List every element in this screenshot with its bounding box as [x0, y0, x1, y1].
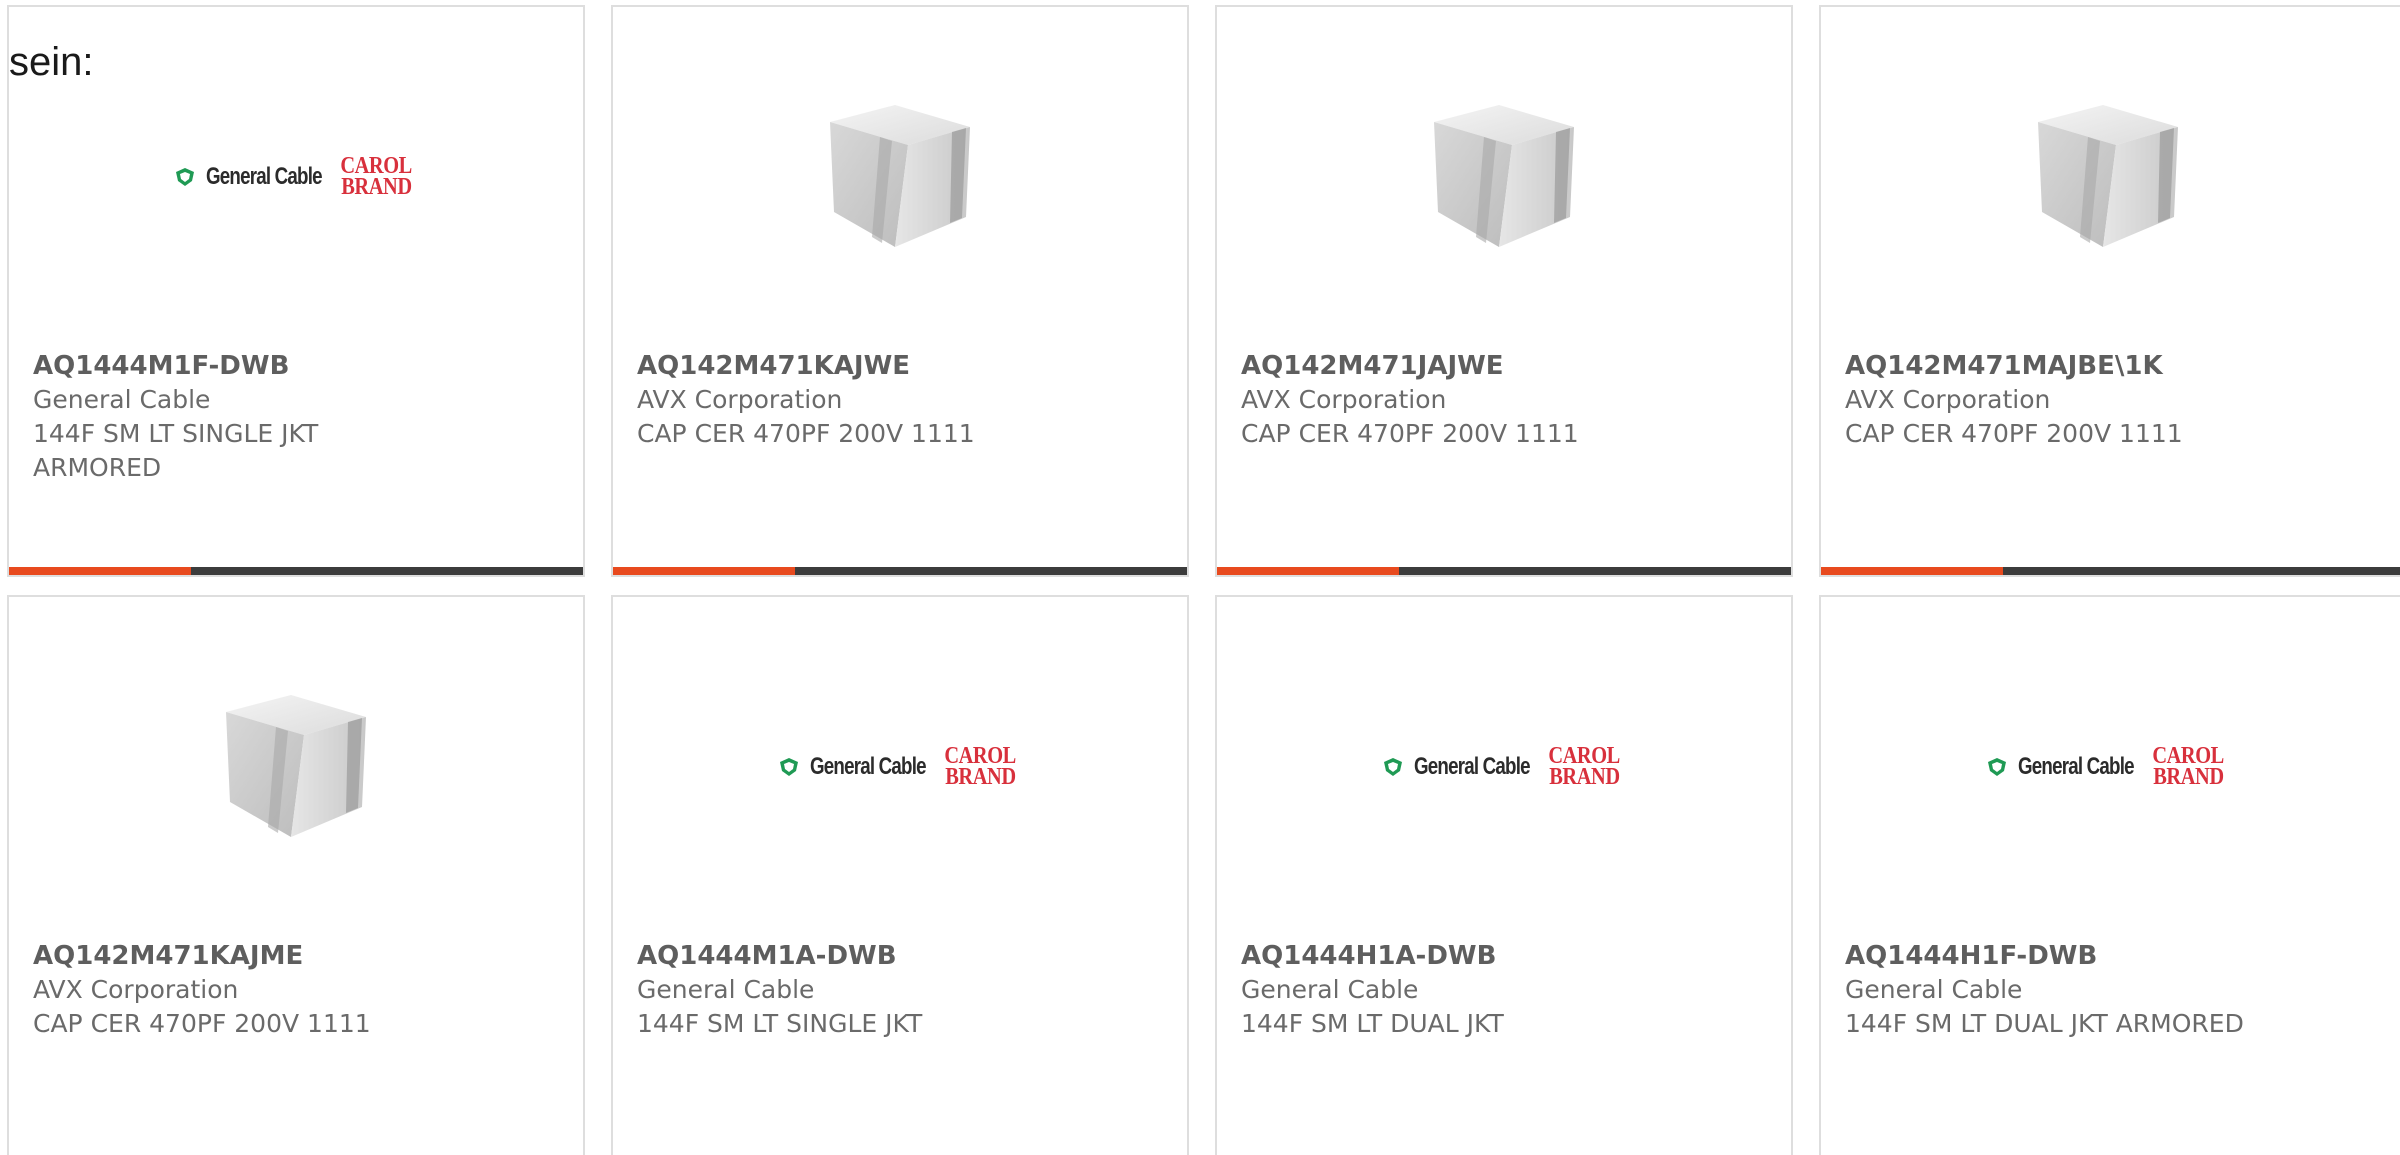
brand-logo-text: BRAND	[1548, 764, 1620, 790]
product-info: AQ142M471MAJBE\1K AVX Corporation CAP CE…	[1845, 349, 2383, 451]
product-card[interactable]: General Cable CAROL BRAND AQ1444H1F-DWB …	[1819, 595, 2400, 1155]
part-number[interactable]: AQ1444H1F-DWB	[1845, 939, 2383, 973]
product-card[interactable]: AQ142M471KAJME AVX Corporation CAP CER 4…	[7, 595, 585, 1155]
product-description: 144F SM LT DUAL JKT ARMORED	[1845, 1009, 2244, 1038]
carol-brand-logo: CAROL BRAND	[1542, 744, 1626, 790]
manufacturer: AVX Corporation	[637, 385, 843, 414]
product-grid: General Cable CAROL BRAND AQ1444M1F-DWB …	[7, 5, 2400, 1155]
product-info: AQ142M471KAJWE AVX Corporation CAP CER 4…	[637, 349, 1163, 451]
product-image	[1821, 77, 2395, 277]
product-image: General Cable CAROL BRAND	[1821, 667, 2395, 867]
manufacturer: General Cable	[637, 975, 815, 1004]
product-image	[613, 77, 1187, 277]
product-description: CAP CER 470PF 200V 1111	[1241, 419, 1579, 448]
carol-brand-logo: CAROL BRAND	[2146, 744, 2230, 790]
general-cable-logo-text: General Cable	[2017, 753, 2135, 780]
card-bottom-bar	[1821, 567, 2400, 575]
card-bottom-bar	[613, 567, 1187, 575]
part-number[interactable]: AQ142M471MAJBE\1K	[1845, 349, 2383, 383]
product-card[interactable]: General Cable CAROL BRAND AQ1444M1A-DWB …	[611, 595, 1189, 1155]
product-image	[1217, 77, 1791, 277]
part-number[interactable]: AQ1444H1A-DWB	[1241, 939, 1767, 973]
product-card[interactable]: AQ142M471KAJWE AVX Corporation CAP CER 4…	[611, 5, 1189, 577]
card-bottom-bar	[9, 567, 583, 575]
product-description: 144F SM LT DUAL JKT	[1241, 1009, 1504, 1038]
product-info: AQ1444M1A-DWB General Cable 144F SM LT S…	[637, 939, 1163, 1041]
product-info: AQ1444H1F-DWB General Cable 144F SM LT D…	[1845, 939, 2383, 1041]
manufacturer: AVX Corporation	[1845, 385, 2051, 414]
product-description: 144F SM LT SINGLE JKT ARMORED	[33, 419, 319, 482]
lead-text: sein:	[9, 40, 94, 84]
brand-logo-text: BRAND	[340, 174, 412, 200]
card-bottom-bar	[1217, 567, 1791, 575]
product-card[interactable]: AQ142M471JAJWE AVX Corporation CAP CER 4…	[1215, 5, 1793, 577]
product-card[interactable]: General Cable CAROL BRAND AQ1444H1A-DWB …	[1215, 595, 1793, 1155]
ceramic-capacitor-cube-icon	[1434, 105, 1574, 247]
manufacturer: AVX Corporation	[1241, 385, 1447, 414]
product-info: AQ1444M1F-DWB General Cable 144F SM LT S…	[33, 349, 559, 485]
product-description: 144F SM LT SINGLE JKT	[637, 1009, 923, 1038]
product-image	[9, 667, 583, 867]
product-image: General Cable CAROL BRAND	[9, 77, 583, 277]
general-cable-shield-icon	[779, 758, 798, 776]
product-info: AQ142M471KAJME AVX Corporation CAP CER 4…	[33, 939, 559, 1041]
part-number[interactable]: AQ1444M1F-DWB	[33, 349, 559, 383]
ceramic-capacitor-cube-icon	[2038, 105, 2178, 247]
general-cable-shield-icon	[1987, 758, 2006, 776]
general-cable-shield-icon	[1383, 758, 1402, 776]
general-cable-carol-brand-logo: General Cable CAROL BRAND	[778, 744, 1023, 790]
product-results-page: sein: General Cable CAROL BRAND AQ1444M1…	[0, 0, 2400, 1155]
general-cable-shield-icon	[175, 168, 194, 186]
general-cable-carol-brand-logo: General Cable CAROL BRAND	[1382, 744, 1627, 790]
manufacturer: General Cable	[1845, 975, 2023, 1004]
ceramic-capacitor-cube-icon	[226, 695, 366, 837]
brand-logo-text: BRAND	[944, 764, 1016, 790]
part-number[interactable]: AQ1444M1A-DWB	[637, 939, 1163, 973]
product-image: General Cable CAROL BRAND	[613, 667, 1187, 867]
part-number[interactable]: AQ142M471KAJWE	[637, 349, 1163, 383]
product-description: CAP CER 470PF 200V 1111	[33, 1009, 371, 1038]
general-cable-logo-text: General Cable	[809, 753, 927, 780]
product-description: CAP CER 470PF 200V 1111	[1845, 419, 2183, 448]
general-cable-carol-brand-logo: General Cable CAROL BRAND	[1986, 744, 2231, 790]
product-image: General Cable CAROL BRAND	[1217, 667, 1791, 867]
brand-logo-text: BRAND	[2152, 764, 2224, 790]
product-card[interactable]: General Cable CAROL BRAND AQ1444M1F-DWB …	[7, 5, 585, 577]
manufacturer: General Cable	[1241, 975, 1419, 1004]
general-cable-carol-brand-logo: General Cable CAROL BRAND	[174, 154, 419, 200]
product-card[interactable]: AQ142M471MAJBE\1K AVX Corporation CAP CE…	[1819, 5, 2400, 577]
manufacturer: AVX Corporation	[33, 975, 239, 1004]
part-number[interactable]: AQ142M471JAJWE	[1241, 349, 1767, 383]
manufacturer: General Cable	[33, 385, 211, 414]
general-cable-logo-text: General Cable	[205, 163, 323, 190]
general-cable-logo-text: General Cable	[1413, 753, 1531, 780]
ceramic-capacitor-cube-icon	[830, 105, 970, 247]
product-info: AQ1444H1A-DWB General Cable 144F SM LT D…	[1241, 939, 1767, 1041]
carol-brand-logo: CAROL BRAND	[334, 154, 418, 200]
carol-brand-logo: CAROL BRAND	[938, 744, 1022, 790]
part-number[interactable]: AQ142M471KAJME	[33, 939, 559, 973]
product-description: CAP CER 470PF 200V 1111	[637, 419, 975, 448]
product-info: AQ142M471JAJWE AVX Corporation CAP CER 4…	[1241, 349, 1767, 451]
